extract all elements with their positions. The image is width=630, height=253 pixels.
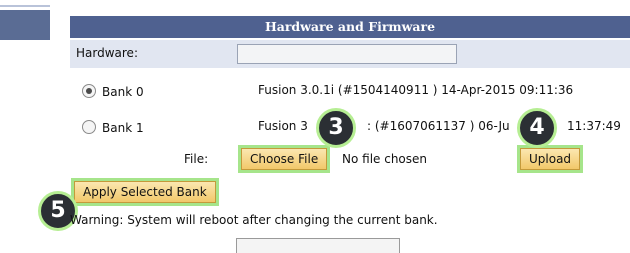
step-4-badge: 4 <box>517 108 557 148</box>
apply-selected-bank-button[interactable]: Apply Selected Bank <box>74 181 216 203</box>
hardware-label: Hardware: <box>76 46 138 60</box>
bank-0-radio[interactable] <box>82 84 96 98</box>
reboot-warning: Warning: System will reboot after changi… <box>70 213 438 227</box>
bottom-button-partial[interactable] <box>236 238 400 253</box>
step-3-badge: 3 <box>316 108 356 148</box>
bank-1-label: Bank 1 <box>102 121 144 135</box>
file-label: File: <box>184 152 209 166</box>
bank-1-firmware-mid: : (#1607061137 ) 06-Ju <box>367 119 510 133</box>
bank-0-firmware: Fusion 3.0.1i (#1504140911 ) 14-Apr-2015… <box>258 83 574 97</box>
file-status: No file chosen <box>342 152 428 166</box>
upload-button[interactable]: Upload <box>520 148 581 170</box>
panel-title: Hardware and Firmware <box>70 16 630 38</box>
bank-0-row: Bank 0 Fusion 3.0.1i (#1504140911 ) 14-A… <box>70 80 630 106</box>
bank-0-label: Bank 0 <box>102 85 144 99</box>
bank-1-firmware-time: 11:37:49 <box>567 119 621 133</box>
hardware-row: Hardware: <box>70 40 630 68</box>
bank-1-firmware-left: Fusion 3 <box>258 119 308 133</box>
hardware-field[interactable] <box>237 44 457 64</box>
bank-1-radio[interactable] <box>82 120 96 134</box>
side-divider <box>0 5 50 7</box>
choose-file-button[interactable]: Choose File <box>241 148 328 170</box>
side-nav-strip <box>0 10 50 40</box>
